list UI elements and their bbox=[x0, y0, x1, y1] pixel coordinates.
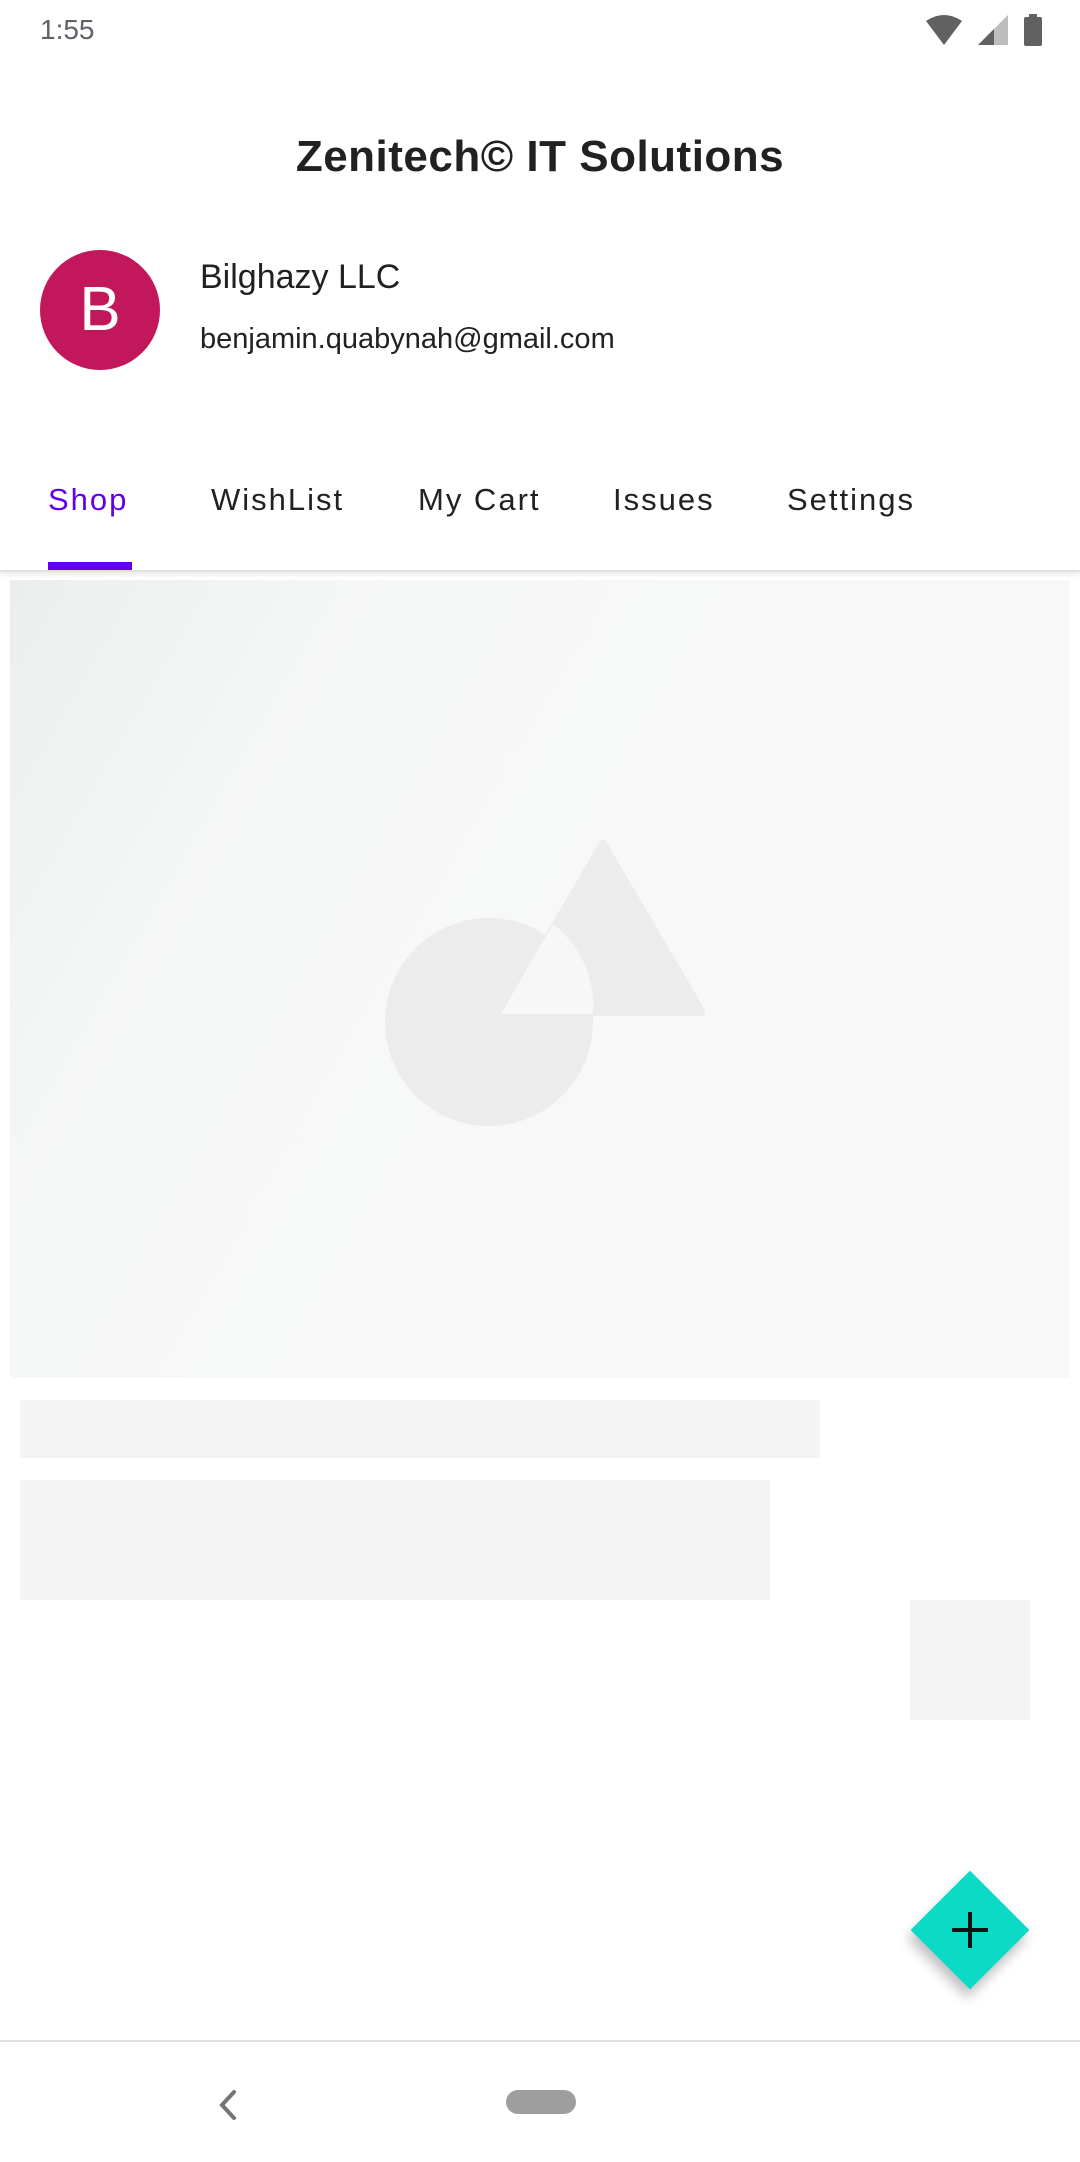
system-nav-bar bbox=[0, 2040, 1080, 2162]
image-placeholder bbox=[10, 580, 1070, 1378]
status-icons bbox=[926, 12, 1042, 48]
avatar[interactable]: B bbox=[40, 250, 160, 370]
profile-name: Bilghazy LLC bbox=[200, 258, 401, 296]
plus-icon bbox=[952, 1912, 988, 1948]
tab-my-cart[interactable]: My Cart bbox=[418, 482, 541, 518]
skeleton-description bbox=[20, 1480, 770, 1600]
add-fab-button[interactable] bbox=[910, 1870, 1030, 1990]
tab-issues[interactable]: Issues bbox=[613, 482, 715, 518]
skeleton-title bbox=[20, 1400, 820, 1458]
status-time: 1:55 bbox=[40, 14, 95, 45]
tab-settings[interactable]: Settings bbox=[787, 482, 915, 518]
tab-bar: Shop WishList My Cart Issues Settings bbox=[0, 440, 1080, 572]
profile-email: benjamin.quabynah@gmail.com bbox=[200, 323, 615, 355]
tab-indicator bbox=[48, 562, 132, 570]
battery-icon bbox=[1024, 14, 1042, 46]
app-title: Zenitech© IT Solutions bbox=[295, 132, 785, 181]
image-placeholder-icon bbox=[385, 840, 705, 1126]
tab-shop[interactable]: Shop bbox=[48, 482, 128, 518]
cell-signal-icon bbox=[978, 15, 1008, 45]
wifi-icon bbox=[926, 15, 962, 45]
tab-wishlist[interactable]: WishList bbox=[211, 482, 344, 518]
back-icon[interactable] bbox=[218, 2090, 238, 2120]
status-bar: 1:55 bbox=[0, 0, 1080, 60]
home-pill-icon[interactable] bbox=[506, 2090, 576, 2114]
skeleton-thumbnail bbox=[910, 1600, 1030, 1720]
